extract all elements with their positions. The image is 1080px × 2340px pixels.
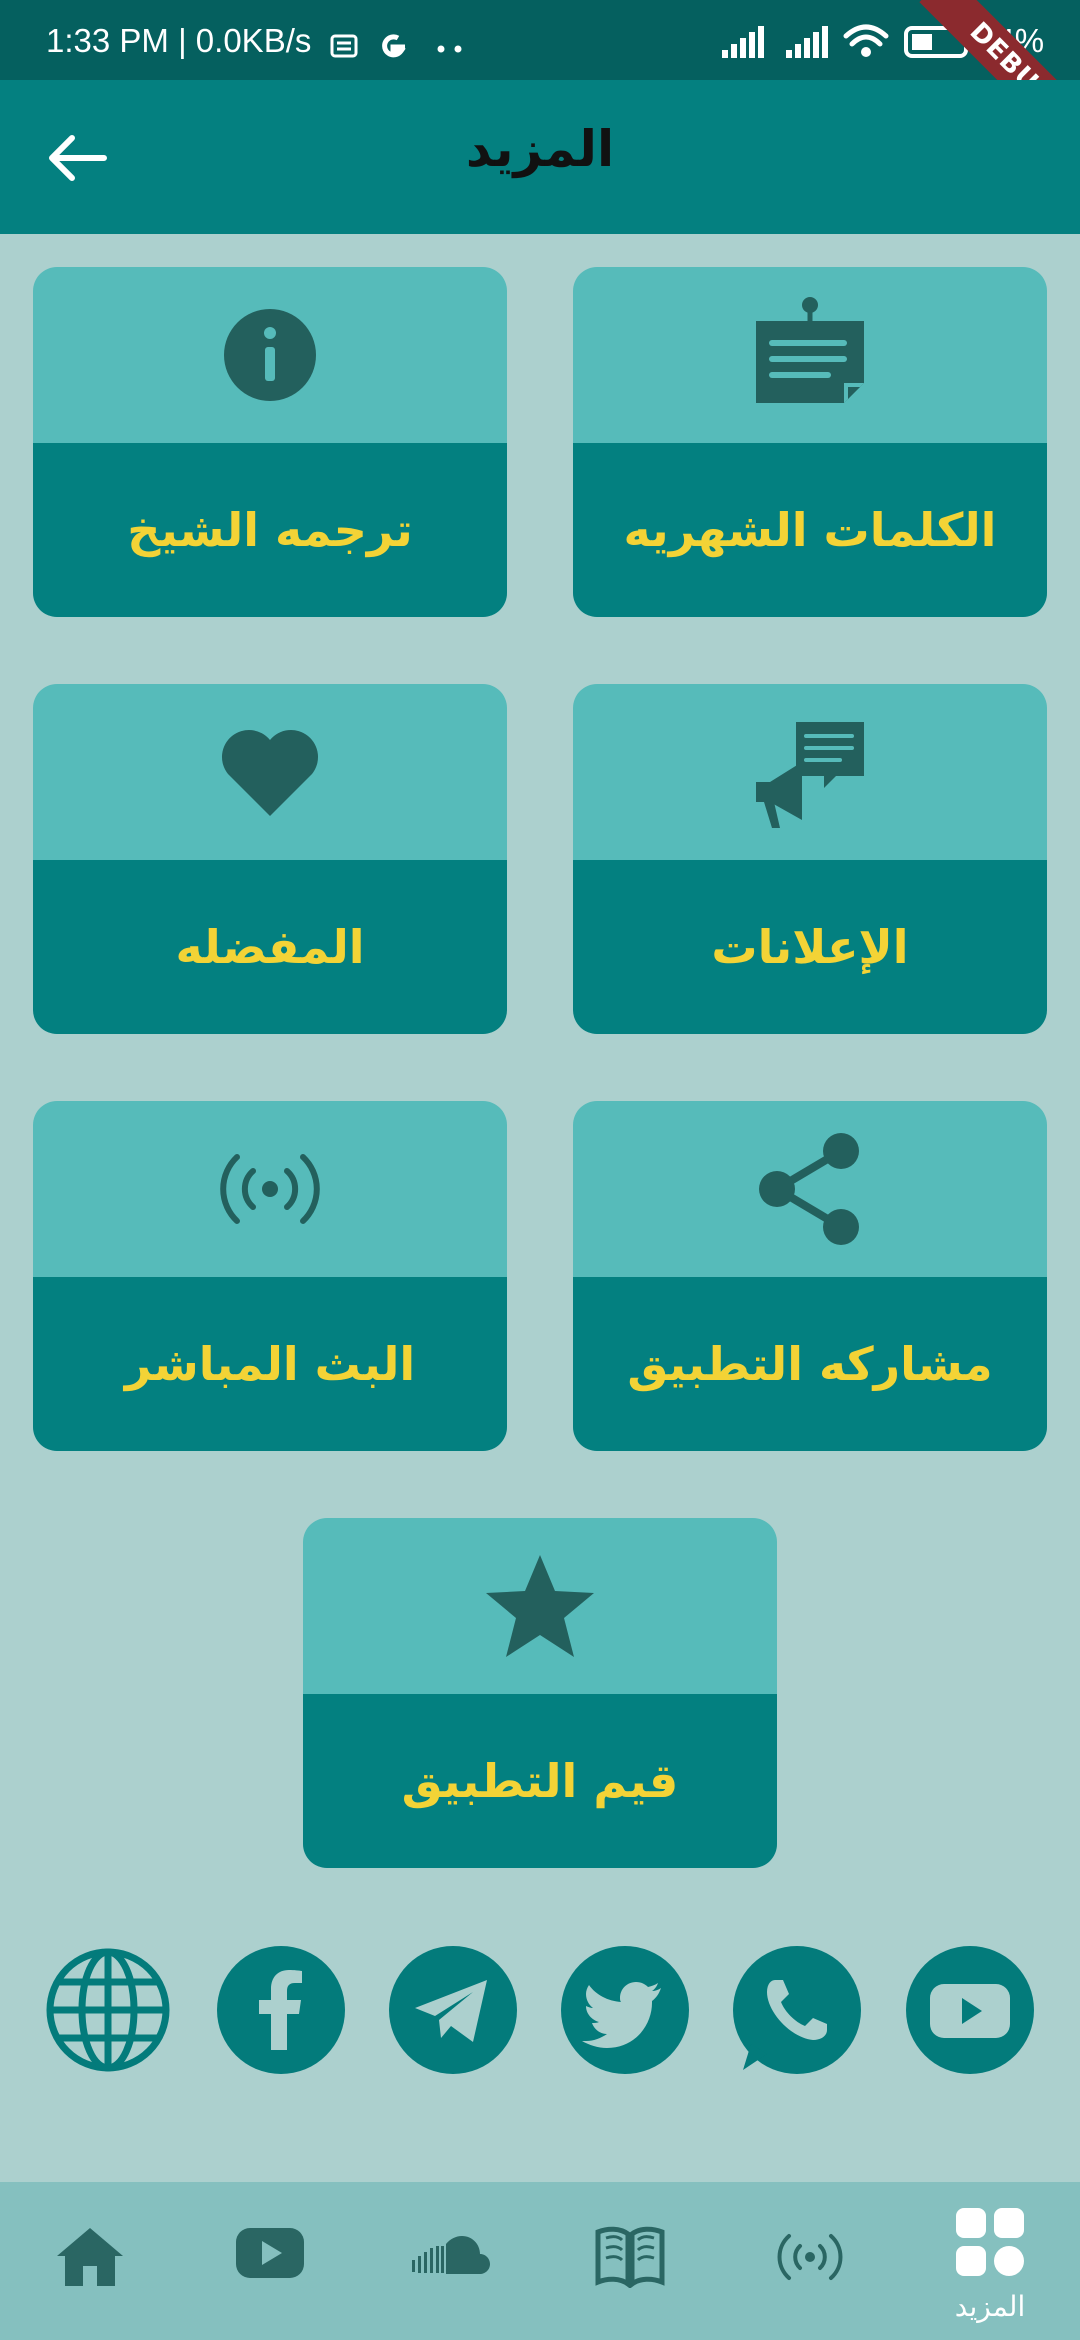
card-monthly-words[interactable]: الكلمات الشهريه	[573, 267, 1047, 617]
sim-card-icon	[330, 34, 358, 58]
youtube-link[interactable]	[906, 1946, 1034, 2074]
nav-more[interactable]: المزيد	[900, 2182, 1080, 2340]
card-label: ترجمه الشيخ	[127, 503, 413, 557]
broadcast-icon	[220, 1154, 320, 1224]
card-label: المفضله	[175, 920, 365, 974]
card-label: مشاركه التطبيق	[627, 1337, 993, 1391]
whatsapp-link[interactable]	[733, 1946, 861, 2074]
more-grid-icon	[956, 2208, 1024, 2276]
card-rate-app[interactable]: قيم التطبيق	[303, 1518, 777, 1868]
youtube-icon	[236, 2228, 304, 2278]
page-title: المزيد	[465, 120, 615, 178]
website-globe-icon	[46, 1948, 170, 2072]
soundcloud-icon	[412, 2236, 490, 2274]
telegram-icon	[415, 1980, 487, 2042]
app-bar: المزيد	[0, 80, 1080, 234]
website-link[interactable]	[44, 1946, 172, 2074]
nav-live[interactable]	[720, 2182, 900, 2340]
book-icon	[595, 2226, 665, 2288]
google-icon	[382, 34, 406, 58]
nav-books[interactable]	[540, 2182, 720, 2340]
telegram-link[interactable]	[389, 1946, 517, 2074]
nav-soundcloud[interactable]	[360, 2182, 540, 2340]
youtube-icon	[930, 1984, 1010, 2038]
nav-home[interactable]	[0, 2182, 180, 2340]
home-icon	[57, 2228, 123, 2286]
facebook-icon	[259, 1970, 302, 2050]
broadcast-icon	[777, 2234, 843, 2280]
twitter-link[interactable]	[561, 1946, 689, 2074]
card-label: الكلمات الشهريه	[623, 503, 997, 557]
card-live-broadcast[interactable]: البث المباشر	[33, 1101, 507, 1451]
card-share-app[interactable]: مشاركه التطبيق	[573, 1101, 1047, 1451]
notes-icon	[756, 297, 864, 403]
announcement-icon	[756, 722, 864, 828]
card-favorites[interactable]: المفضله	[33, 684, 507, 1034]
card-announcements[interactable]: الإعلانات	[573, 684, 1047, 1034]
whatsapp-icon	[743, 1980, 827, 2070]
card-label: قيم التطبيق	[401, 1754, 679, 1808]
star-icon	[486, 1555, 594, 1657]
card-sheikh-biography[interactable]: ترجمه الشيخ	[33, 267, 507, 617]
info-icon	[224, 309, 316, 401]
heart-icon	[221, 729, 319, 816]
card-label: الإعلانات	[711, 920, 909, 974]
bottom-navigation: المزيد	[0, 2182, 1080, 2340]
nav-youtube[interactable]	[180, 2182, 360, 2340]
card-label: البث المباشر	[124, 1337, 416, 1391]
facebook-link[interactable]	[217, 1946, 345, 2074]
status-time-speed: 1:33 PM | 0.0KB/s	[46, 22, 312, 59]
share-icon	[759, 1133, 859, 1245]
twitter-icon	[582, 1982, 661, 2048]
nav-more-label: المزيد	[954, 2290, 1026, 2323]
more-dots-icon	[437, 45, 462, 53]
